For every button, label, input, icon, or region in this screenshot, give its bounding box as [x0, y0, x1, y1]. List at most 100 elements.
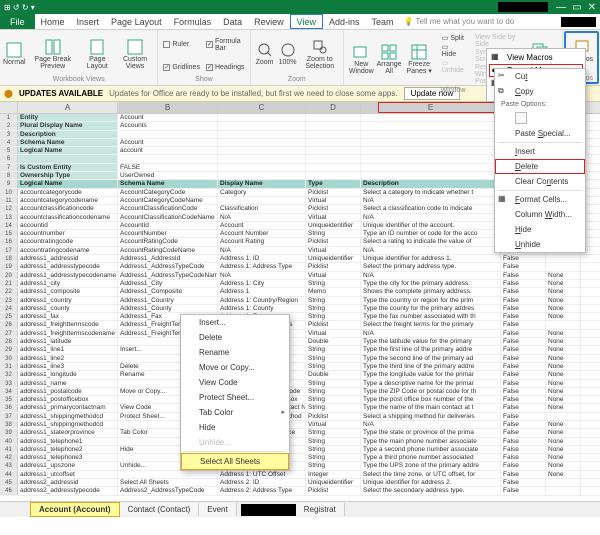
headings-check[interactable]: ✓Headings — [205, 58, 246, 76]
tab-formulas[interactable]: Formulas — [168, 14, 218, 29]
grid-row[interactable]: 18address1_addressidAddress1_AddressIdAd… — [0, 255, 600, 263]
col-D[interactable]: D — [306, 102, 361, 113]
ctx-hide[interactable]: Hide — [181, 420, 289, 435]
minimize-icon[interactable]: — — [556, 2, 566, 13]
ctx-delete[interactable]: Delete — [181, 330, 289, 345]
ctx-protect-sheet[interactable]: Protect Sheet... — [181, 390, 289, 405]
arrangeall-button[interactable]: Arrange All — [378, 32, 401, 87]
format-icon: ▦ — [498, 194, 506, 203]
ctx-tab-color[interactable]: Tab Color▸ — [181, 405, 289, 420]
pagebreak-button[interactable]: Page Break Preview — [28, 32, 78, 76]
hide-button[interactable]: ▭ Hide — [442, 43, 464, 58]
copy-icon: ⧉ — [498, 86, 504, 96]
grid-row[interactable]: 43address1_upszoneUnhide...Address 1: UP… — [0, 462, 600, 470]
grid-row[interactable]: 22address1_compositeAddress1_CompositeAd… — [0, 288, 600, 296]
ctx-unhide-col[interactable]: Unhide — [495, 237, 585, 252]
ctx-unhide[interactable]: Unhide... — [181, 435, 289, 450]
grid-row[interactable]: 37address1_shippingmethodcdProtect Sheet… — [0, 413, 600, 421]
ctx-delete-col[interactable]: Delete — [495, 159, 585, 174]
ctx-clear[interactable]: Clear Contents — [495, 174, 585, 189]
col-C[interactable]: C — [218, 102, 306, 113]
tab-review[interactable]: Review — [248, 14, 290, 29]
ctx-hide-col[interactable]: Hide — [495, 222, 585, 237]
grid-row[interactable]: 26address1_freighttermscodeAddress1_Frei… — [0, 321, 600, 329]
ruler-check[interactable]: Ruler — [162, 32, 201, 57]
redacted-block — [498, 2, 548, 12]
paste-opt-1[interactable] — [515, 112, 527, 124]
grid-row[interactable]: 20address1_addresstypecodenameAddress1_A… — [0, 272, 600, 280]
pagelayout-button[interactable]: Page Layout — [81, 32, 114, 76]
grid-row[interactable]: 19address1_addresstypecodeAddress1_Addre… — [0, 263, 600, 271]
ctx-column-width[interactable]: Column Width... — [495, 207, 585, 222]
formulabar-check[interactable]: ✓Formula Bar — [205, 32, 246, 57]
freezepanes-button[interactable]: Freeze Panes ▾ — [404, 32, 435, 87]
ctx-format-cells[interactable]: ▦Format Cells... — [495, 192, 585, 207]
grid-row[interactable]: 33address1_nameAddress 1: NameStringType… — [0, 380, 600, 388]
tab-home[interactable]: Home — [35, 14, 71, 29]
grid-row[interactable]: 32address1_longitudeRenameAddress 1: Lon… — [0, 371, 600, 379]
close-icon[interactable]: ✕ — [588, 2, 596, 13]
ctx-cut[interactable]: ✂Cut — [495, 69, 585, 84]
ctx-view-code[interactable]: View Code — [181, 375, 289, 390]
tell-me[interactable]: 💡Tell me what you want to do — [404, 17, 515, 26]
tab-file[interactable]: File — [0, 14, 35, 29]
column-context-menu: ✂Cut ⧉Copy Paste Options: Paste Special.… — [494, 68, 586, 253]
grid-row[interactable]: 45address2_addressidSelect All SheetsAdd… — [0, 479, 600, 487]
newwindow-button[interactable]: New Window — [348, 32, 375, 87]
grid-row[interactable]: 44address1_utcoffsetAddress 1: UTC Offse… — [0, 471, 600, 479]
sheet-tab-event[interactable]: Event — [199, 503, 236, 516]
tab-team[interactable]: Team — [366, 14, 400, 29]
grid-row[interactable]: 34address1_postalcodeMove or Copy...Addr… — [0, 388, 600, 396]
grid-row[interactable]: 41address1_telephone2HideAddress 1: Tele… — [0, 446, 600, 454]
zoom-selection-button[interactable]: Zoom to Selection — [301, 32, 339, 76]
maximize-icon[interactable]: ▭ — [572, 2, 581, 13]
grid-row[interactable]: 35address1_postofficeboxAddress 1: Post … — [0, 396, 600, 404]
grid-row[interactable]: 36address1_primarycontactnamView CodeAdd… — [0, 404, 600, 412]
grid-row[interactable]: 24address1_countyAddress1_CountyAddress … — [0, 305, 600, 313]
tab-insert[interactable]: Insert — [71, 14, 106, 29]
ctx-move-copy[interactable]: Move or Copy... — [181, 360, 289, 375]
grid-row[interactable]: 40address1_telephone1Address PhoneString… — [0, 438, 600, 446]
group-workbook-views: Normal Page Break Preview Page Layout Cu… — [0, 30, 158, 85]
ctx-paste-special[interactable]: Paste Special... — [495, 126, 585, 141]
ctx-copy[interactable]: ⧉Copy — [495, 84, 585, 99]
gridlines-check[interactable]: ✓Gridlines — [162, 58, 201, 76]
split-button[interactable]: ▭ Split — [442, 34, 464, 42]
grid-row[interactable]: 21address1_cityAddress1_CityAddress 1: C… — [0, 280, 600, 288]
sheet-context-menu: Insert... Delete Rename Move or Copy... … — [180, 314, 290, 471]
grid-row[interactable]: 42address1_telephone3Address 1: Telephon… — [0, 454, 600, 462]
grid-row[interactable]: 39address1_stateorprovinceTab ColorAddre… — [0, 429, 600, 437]
grid-row[interactable]: 30address1_line2Address 1: Street 2Strin… — [0, 355, 600, 363]
msg-title: UPDATES AVAILABLE — [19, 89, 103, 98]
sheet-tabs: Account (Account) Contact (Contact) Even… — [0, 501, 600, 517]
customviews-button[interactable]: Custom Views — [117, 32, 154, 76]
view-macros-item[interactable]: ▦View Macros — [489, 51, 583, 64]
ctx-insert-col[interactable]: Insert — [495, 144, 585, 159]
grid-row[interactable]: 25address1_faxAddress1_FaxAddress 1: Fax… — [0, 313, 600, 321]
grid-row[interactable]: 27address1_freighttermscodenameAddress1_… — [0, 330, 600, 338]
sheet-tab-account[interactable]: Account (Account) — [30, 502, 120, 517]
ctx-select-all-sheets[interactable]: Select All Sheets — [181, 453, 289, 470]
tab-addins[interactable]: Add-ins — [323, 14, 366, 29]
normal-button[interactable]: Normal — [4, 32, 25, 76]
zoom-button[interactable]: Zoom — [255, 32, 275, 76]
title-bar: ⊞ ↺ ↻ ▾ —▭✕ — [0, 0, 600, 14]
grid-row[interactable]: 23address1_countryAddress1_CountryAddres… — [0, 297, 600, 305]
tab-data[interactable]: Data — [217, 14, 248, 29]
zoom100-button[interactable]: 100% — [278, 32, 298, 76]
grid-row[interactable]: 31address1_line3DeleteAddress 1: Street … — [0, 363, 600, 371]
sheet-tab-registrat[interactable]: Registrat — [296, 503, 345, 516]
tab-view[interactable]: View — [290, 14, 323, 29]
col-B[interactable]: B — [118, 102, 218, 113]
grid-row[interactable]: 29address1_line1Insert...Address 1: Stre… — [0, 346, 600, 354]
sheet-tab-contact[interactable]: Contact (Contact) — [120, 503, 200, 516]
grid-row[interactable]: 28address1_latitudeAddress 1: LatitudeDo… — [0, 338, 600, 346]
ctx-insert[interactable]: Insert... — [181, 315, 289, 330]
grid-row[interactable]: 46address2_addresstypecodeAddress2_Addre… — [0, 487, 600, 495]
sidebyside-button[interactable]: View Side by Side — [475, 34, 516, 48]
ctx-rename[interactable]: Rename — [181, 345, 289, 360]
tab-page-layout[interactable]: Page Layout — [105, 14, 168, 29]
grid-row[interactable]: 38address1_shippingmethodcdN/AVirtualN/A… — [0, 421, 600, 429]
unhide-button[interactable]: ▭ Unhide — [442, 59, 464, 74]
col-A[interactable]: A — [18, 102, 118, 113]
